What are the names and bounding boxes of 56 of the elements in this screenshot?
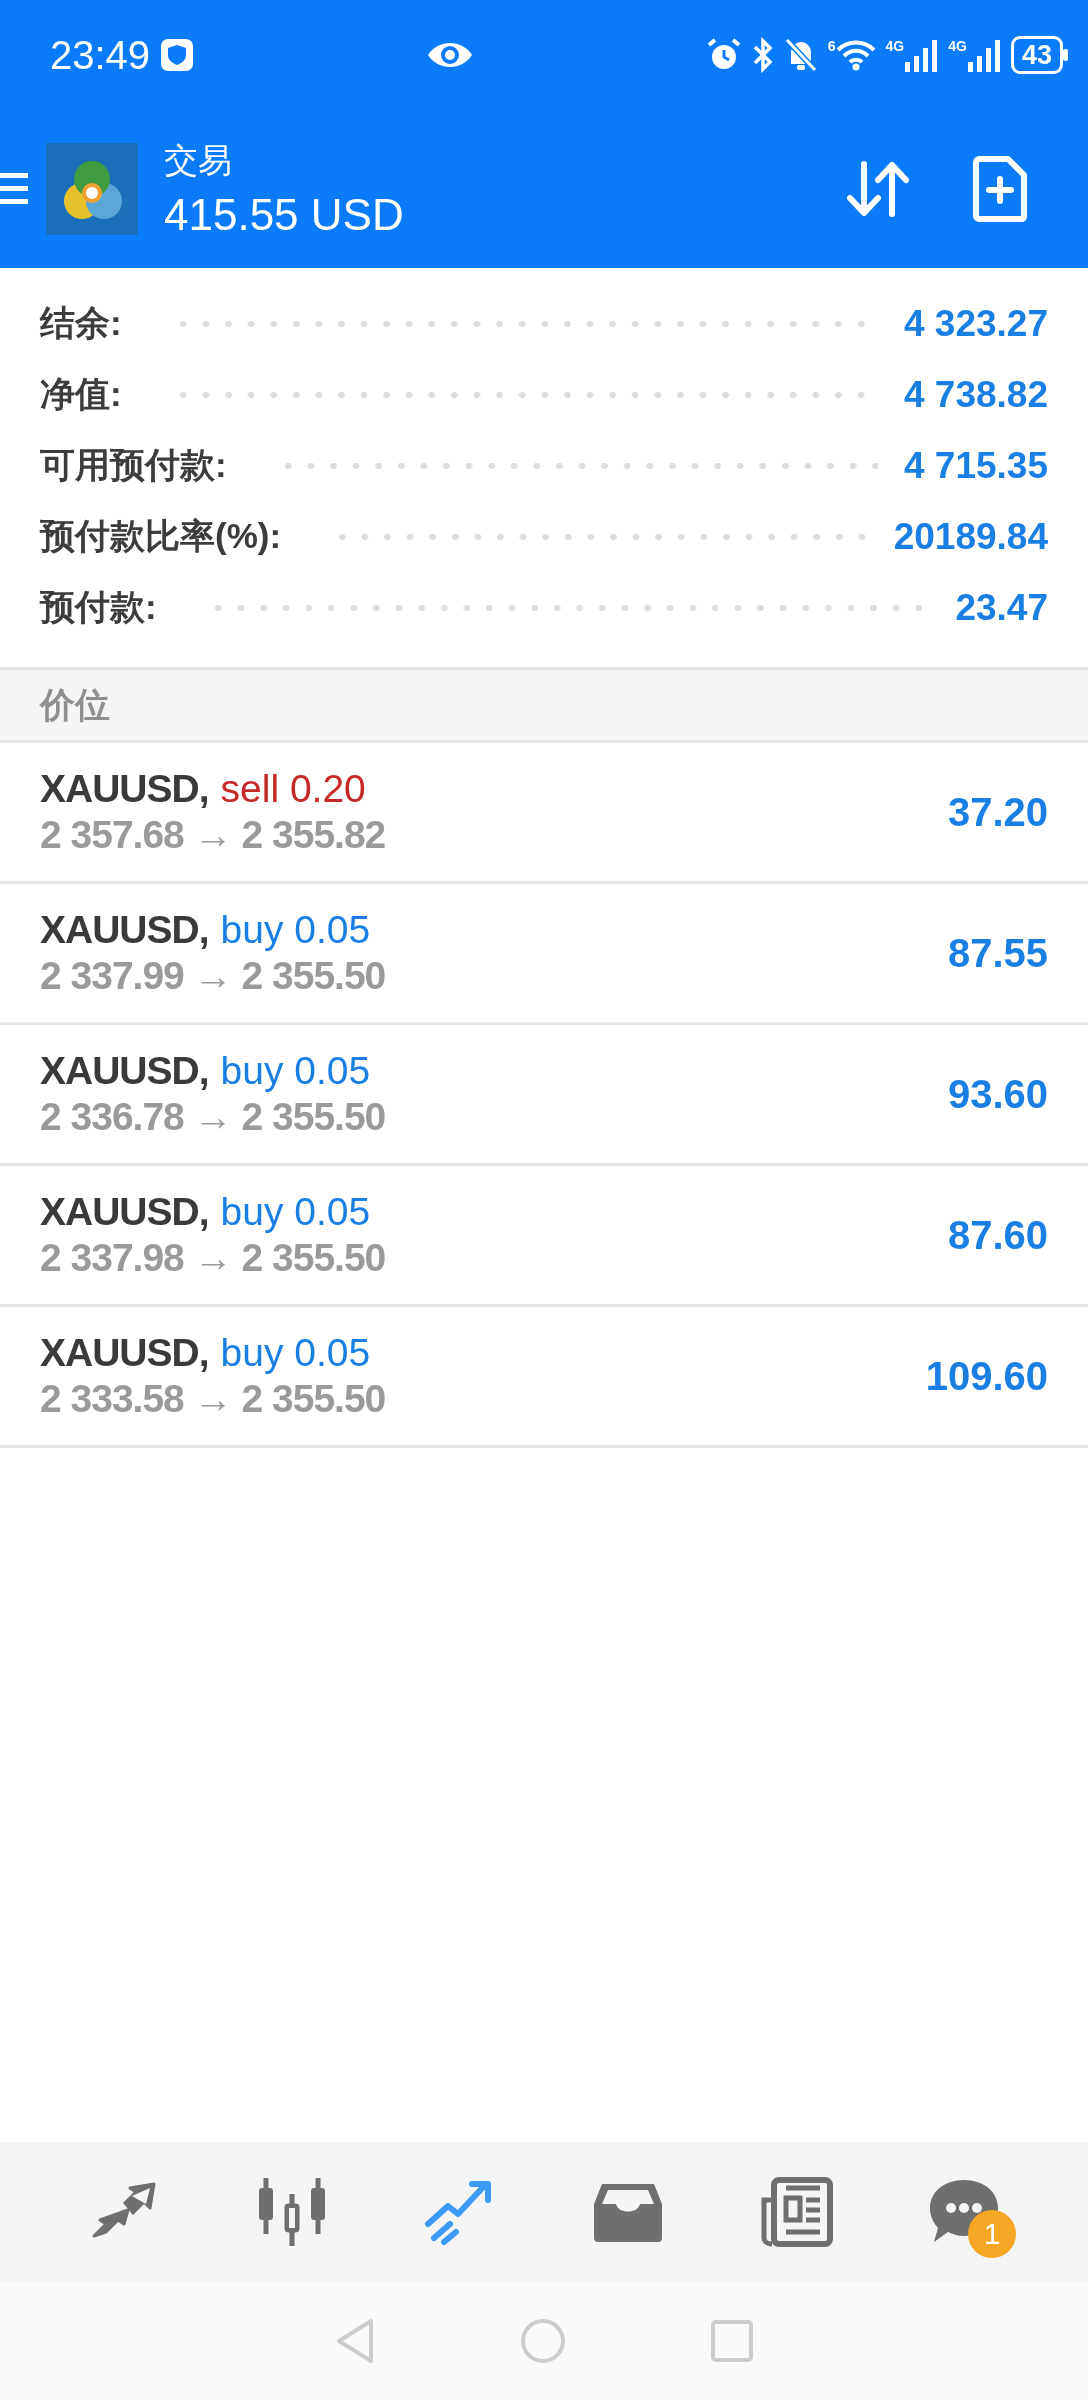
position-row[interactable]: XAUUSD, buy 0.05 2 337.99 → 2 355.50 87.55: [0, 884, 1088, 1025]
sort-button[interactable]: [846, 160, 912, 218]
position-row[interactable]: XAUUSD, buy 0.05 2 336.78 → 2 355.50 93.60: [0, 1025, 1088, 1166]
order-type-label: sell 0.20: [220, 767, 366, 811]
wifi-label: 6: [827, 38, 836, 54]
position-row[interactable]: XAUUSD, sell 0.20 2 357.68 → 2 355.82 37.20: [0, 743, 1088, 884]
signal-icon: [966, 38, 1001, 72]
symbol-label: XAUUSD,: [40, 1049, 209, 1093]
position-row[interactable]: XAUUSD, buy 0.05 2 337.98 → 2 355.50 87.60: [0, 1166, 1088, 1307]
shield-icon: [160, 38, 195, 72]
price-range: 2 337.98 → 2 355.50: [40, 1236, 387, 1280]
summary-value: 20189.84: [893, 515, 1048, 558]
clock-time: 23:49: [50, 32, 151, 78]
profit-value: 87.60: [947, 1212, 1048, 1258]
summary-value: 23.47: [955, 586, 1048, 629]
summary-label: 可用预付款:: [40, 444, 227, 486]
profit-value: 109.60: [925, 1353, 1048, 1399]
app-logo-icon: [46, 143, 138, 235]
battery-level: 43: [1010, 36, 1063, 74]
summary-label: 预付款:: [40, 586, 157, 628]
summary-label: 预付款比率(%):: [40, 515, 282, 557]
order-type-label: buy 0.05: [220, 1331, 371, 1375]
network-label: 4G: [948, 38, 967, 54]
summary-value: 4 738.82: [903, 373, 1048, 416]
battery-tip-icon: [1063, 49, 1068, 61]
sort-icon: [846, 160, 912, 218]
profit-value: 87.55: [947, 930, 1048, 976]
muted-bell-icon: [783, 37, 818, 73]
price-range: 2 333.58 → 2 355.50: [40, 1377, 387, 1421]
order-type-label: buy 0.05: [220, 1049, 371, 1093]
profit-value: 37.20: [947, 789, 1048, 835]
price-range: 2 357.68 → 2 355.82: [40, 813, 387, 857]
signal-icon: [904, 38, 939, 72]
add-document-icon: [972, 155, 1028, 223]
network-label: 4G: [885, 38, 905, 54]
summary-value: 4 323.27: [903, 302, 1048, 345]
summary-label: 净值:: [40, 373, 122, 415]
profit-total: 415.55 USD: [164, 190, 405, 240]
summary-value: 4 715.35: [903, 444, 1048, 487]
order-type-label: buy 0.05: [220, 908, 371, 952]
unread-badge: 1: [968, 2210, 1016, 2258]
new-order-button[interactable]: [972, 155, 1028, 223]
symbol-label: XAUUSD,: [40, 767, 209, 811]
profit-value: 93.60: [947, 1071, 1048, 1117]
position-row[interactable]: XAUUSD, buy 0.05 2 333.58 → 2 355.50 109.60: [0, 1307, 1088, 1448]
symbol-label: XAUUSD,: [40, 908, 209, 952]
section-header: 价位: [0, 667, 1088, 743]
summary-label: 结余:: [40, 302, 122, 344]
bluetooth-icon: [751, 37, 774, 73]
wifi-icon: [835, 38, 876, 72]
order-type-label: buy 0.05: [220, 1190, 371, 1234]
price-range: 2 336.78 → 2 355.50: [40, 1095, 387, 1139]
symbol-label: XAUUSD,: [40, 1190, 209, 1234]
screen-title: 交易: [164, 140, 233, 181]
symbol-label: XAUUSD,: [40, 1331, 209, 1375]
price-range: 2 337.99 → 2 355.50: [40, 954, 387, 998]
